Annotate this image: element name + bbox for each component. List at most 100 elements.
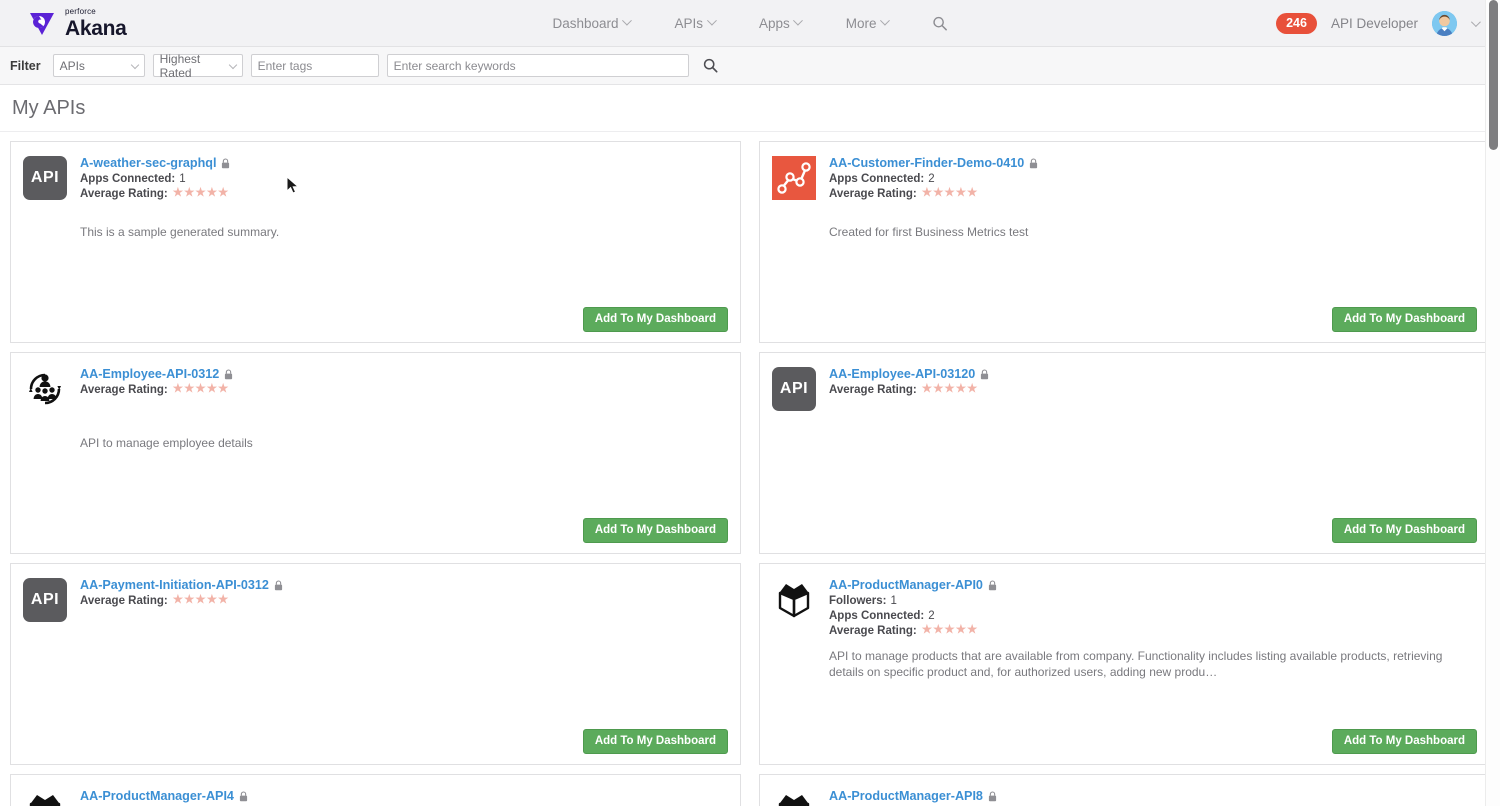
page-scrollbar-thumb[interactable] bbox=[1489, 0, 1498, 150]
brand-akana-label: Akana bbox=[65, 18, 127, 39]
rating-stars[interactable]: ★★★★★ bbox=[173, 188, 230, 200]
api-card[interactable]: API AA-Payment-Initiation-API-0312 Avera… bbox=[10, 563, 741, 765]
api-card-title[interactable]: AA-ProductManager-API8 bbox=[829, 789, 983, 803]
lock-icon bbox=[988, 580, 997, 591]
avatar[interactable] bbox=[1432, 11, 1457, 36]
nav-search-icon[interactable] bbox=[933, 16, 948, 31]
add-to-dashboard-button[interactable]: Add To My Dashboard bbox=[583, 307, 728, 332]
average-rating-label: Average Rating: bbox=[829, 625, 917, 637]
filter-sort-select[interactable]: Highest Rated bbox=[153, 54, 243, 77]
rating-stars[interactable]: ★★★★★ bbox=[922, 188, 979, 200]
api-card-title[interactable]: AA-Employee-API-0312 bbox=[80, 367, 219, 381]
api-card-header: AA-ProductManager-API0 Followers: 1 Apps… bbox=[772, 578, 1477, 637]
average-rating-label: Average Rating: bbox=[829, 188, 917, 200]
api-card-description: Created for first Business Metrics test bbox=[829, 224, 1455, 240]
brand-logo[interactable]: perforce Akana bbox=[28, 8, 127, 39]
lock-icon bbox=[980, 369, 989, 380]
api-card-title[interactable]: AA-Employee-API-03120 bbox=[829, 367, 975, 381]
average-rating-line: Average Rating: ★★★★★ bbox=[80, 188, 728, 200]
network-graph-icon bbox=[772, 156, 816, 200]
nav-item-apis-label: APIs bbox=[674, 16, 703, 31]
apps-connected-value: 2 bbox=[928, 173, 934, 185]
people-circle-icon bbox=[23, 367, 67, 411]
rating-stars[interactable]: ★★★★★ bbox=[173, 595, 230, 607]
chevron-down-icon bbox=[707, 15, 717, 25]
lock-icon bbox=[988, 791, 997, 802]
apps-connected-value: 1 bbox=[179, 173, 185, 185]
page-scrollbar[interactable] bbox=[1485, 0, 1500, 806]
average-rating-label: Average Rating: bbox=[80, 384, 168, 396]
api-card[interactable]: AA-ProductManager-API0 Followers: 1 Apps… bbox=[759, 563, 1490, 765]
filter-type-select-value: APIs bbox=[60, 59, 85, 73]
lock-icon bbox=[224, 369, 233, 380]
nav-item-dashboard[interactable]: Dashboard bbox=[552, 16, 630, 31]
add-to-dashboard-button[interactable]: Add To My Dashboard bbox=[1332, 307, 1477, 332]
nav-item-more[interactable]: More bbox=[846, 16, 889, 31]
rating-stars[interactable]: ★★★★★ bbox=[173, 384, 230, 396]
lock-icon bbox=[1029, 158, 1038, 169]
api-card[interactable]: AA-Employee-API-0312 Average Rating: ★★★… bbox=[10, 352, 741, 554]
filter-tags-input[interactable] bbox=[251, 54, 379, 77]
top-navigation-bar: perforce Akana Dashboard APIs Apps More … bbox=[0, 0, 1500, 47]
api-tile-icon: API bbox=[772, 367, 816, 411]
apps-connected-label: Apps Connected: bbox=[80, 173, 175, 185]
api-card-header: AA-ProductManager-API4 bbox=[23, 789, 728, 806]
nav-item-apps-label: Apps bbox=[759, 16, 790, 31]
page-title: My APIs bbox=[12, 97, 85, 120]
add-to-dashboard-button[interactable]: Add To My Dashboard bbox=[583, 518, 728, 543]
rating-stars[interactable]: ★★★★★ bbox=[922, 384, 979, 396]
average-rating-line: Average Rating: ★★★★★ bbox=[80, 384, 728, 396]
filter-type-select[interactable]: APIs bbox=[53, 54, 145, 77]
filter-search-button[interactable] bbox=[697, 56, 724, 75]
api-card-title[interactable]: AA-Payment-Initiation-API-0312 bbox=[80, 578, 269, 592]
api-card[interactable]: API AA-Employee-API-03120 Average Rating… bbox=[759, 352, 1490, 554]
api-card-header: API AA-Employee-API-03120 Average Rating… bbox=[772, 367, 1477, 411]
followers-label: Followers: bbox=[829, 595, 887, 607]
followers-value: 1 bbox=[891, 595, 897, 607]
api-card-description: API to manage products that are availabl… bbox=[829, 648, 1455, 680]
lock-icon bbox=[221, 158, 230, 169]
api-card-title[interactable]: AA-ProductManager-API0 bbox=[829, 578, 983, 592]
apps-connected-value: 2 bbox=[928, 610, 934, 622]
apps-connected-label: Apps Connected: bbox=[829, 173, 924, 185]
apps-connected-line: Apps Connected: 2 bbox=[829, 610, 1477, 622]
user-menu-chevron-down-icon[interactable] bbox=[1471, 17, 1481, 27]
followers-line: Followers: 1 bbox=[829, 595, 1477, 607]
api-card-title[interactable]: AA-Customer-Finder-Demo-0410 bbox=[829, 156, 1024, 170]
chevron-down-icon bbox=[130, 61, 138, 69]
filter-keywords-input[interactable] bbox=[387, 54, 689, 77]
nav-item-dashboard-label: Dashboard bbox=[552, 16, 618, 31]
chevron-down-icon bbox=[793, 15, 803, 25]
chevron-down-icon bbox=[228, 61, 236, 69]
api-card-title[interactable]: AA-ProductManager-API4 bbox=[80, 789, 234, 803]
chevron-down-icon bbox=[880, 15, 890, 25]
api-card-description: This is a sample generated summary. bbox=[80, 224, 706, 240]
average-rating-line: Average Rating: ★★★★★ bbox=[829, 384, 1477, 396]
add-to-dashboard-button[interactable]: Add To My Dashboard bbox=[583, 729, 728, 754]
api-card-grid: API A-weather-sec-graphql Apps Connected… bbox=[0, 132, 1500, 806]
api-card-title[interactable]: A-weather-sec-graphql bbox=[80, 156, 216, 170]
brand-perforce-label: perforce bbox=[65, 8, 127, 16]
chevron-down-icon bbox=[622, 15, 632, 25]
api-card-description: API to manage employee details bbox=[80, 435, 706, 451]
user-name-label: API Developer bbox=[1331, 16, 1418, 31]
add-to-dashboard-button[interactable]: Add To My Dashboard bbox=[1332, 518, 1477, 543]
api-card[interactable]: AA-Customer-Finder-Demo-0410 Apps Connec… bbox=[759, 141, 1490, 343]
open-box-icon bbox=[772, 578, 816, 622]
notification-count-badge[interactable]: 246 bbox=[1276, 13, 1317, 34]
api-card-header: API AA-Payment-Initiation-API-0312 Avera… bbox=[23, 578, 728, 622]
api-card[interactable]: API A-weather-sec-graphql Apps Connected… bbox=[10, 141, 741, 343]
average-rating-line: Average Rating: ★★★★★ bbox=[80, 595, 728, 607]
nav-item-apis[interactable]: APIs bbox=[674, 16, 715, 31]
apps-connected-line: Apps Connected: 1 bbox=[80, 173, 728, 185]
akana-logo-icon bbox=[28, 9, 58, 37]
main-menu: Dashboard APIs Apps More bbox=[552, 16, 947, 31]
apps-connected-label: Apps Connected: bbox=[829, 610, 924, 622]
lock-icon bbox=[274, 580, 283, 591]
add-to-dashboard-button[interactable]: Add To My Dashboard bbox=[1332, 729, 1477, 754]
nav-item-apps[interactable]: Apps bbox=[759, 16, 802, 31]
average-rating-label: Average Rating: bbox=[80, 595, 168, 607]
api-card[interactable]: AA-ProductManager-API8 bbox=[759, 774, 1490, 806]
api-card[interactable]: AA-ProductManager-API4 bbox=[10, 774, 741, 806]
rating-stars[interactable]: ★★★★★ bbox=[922, 625, 979, 637]
